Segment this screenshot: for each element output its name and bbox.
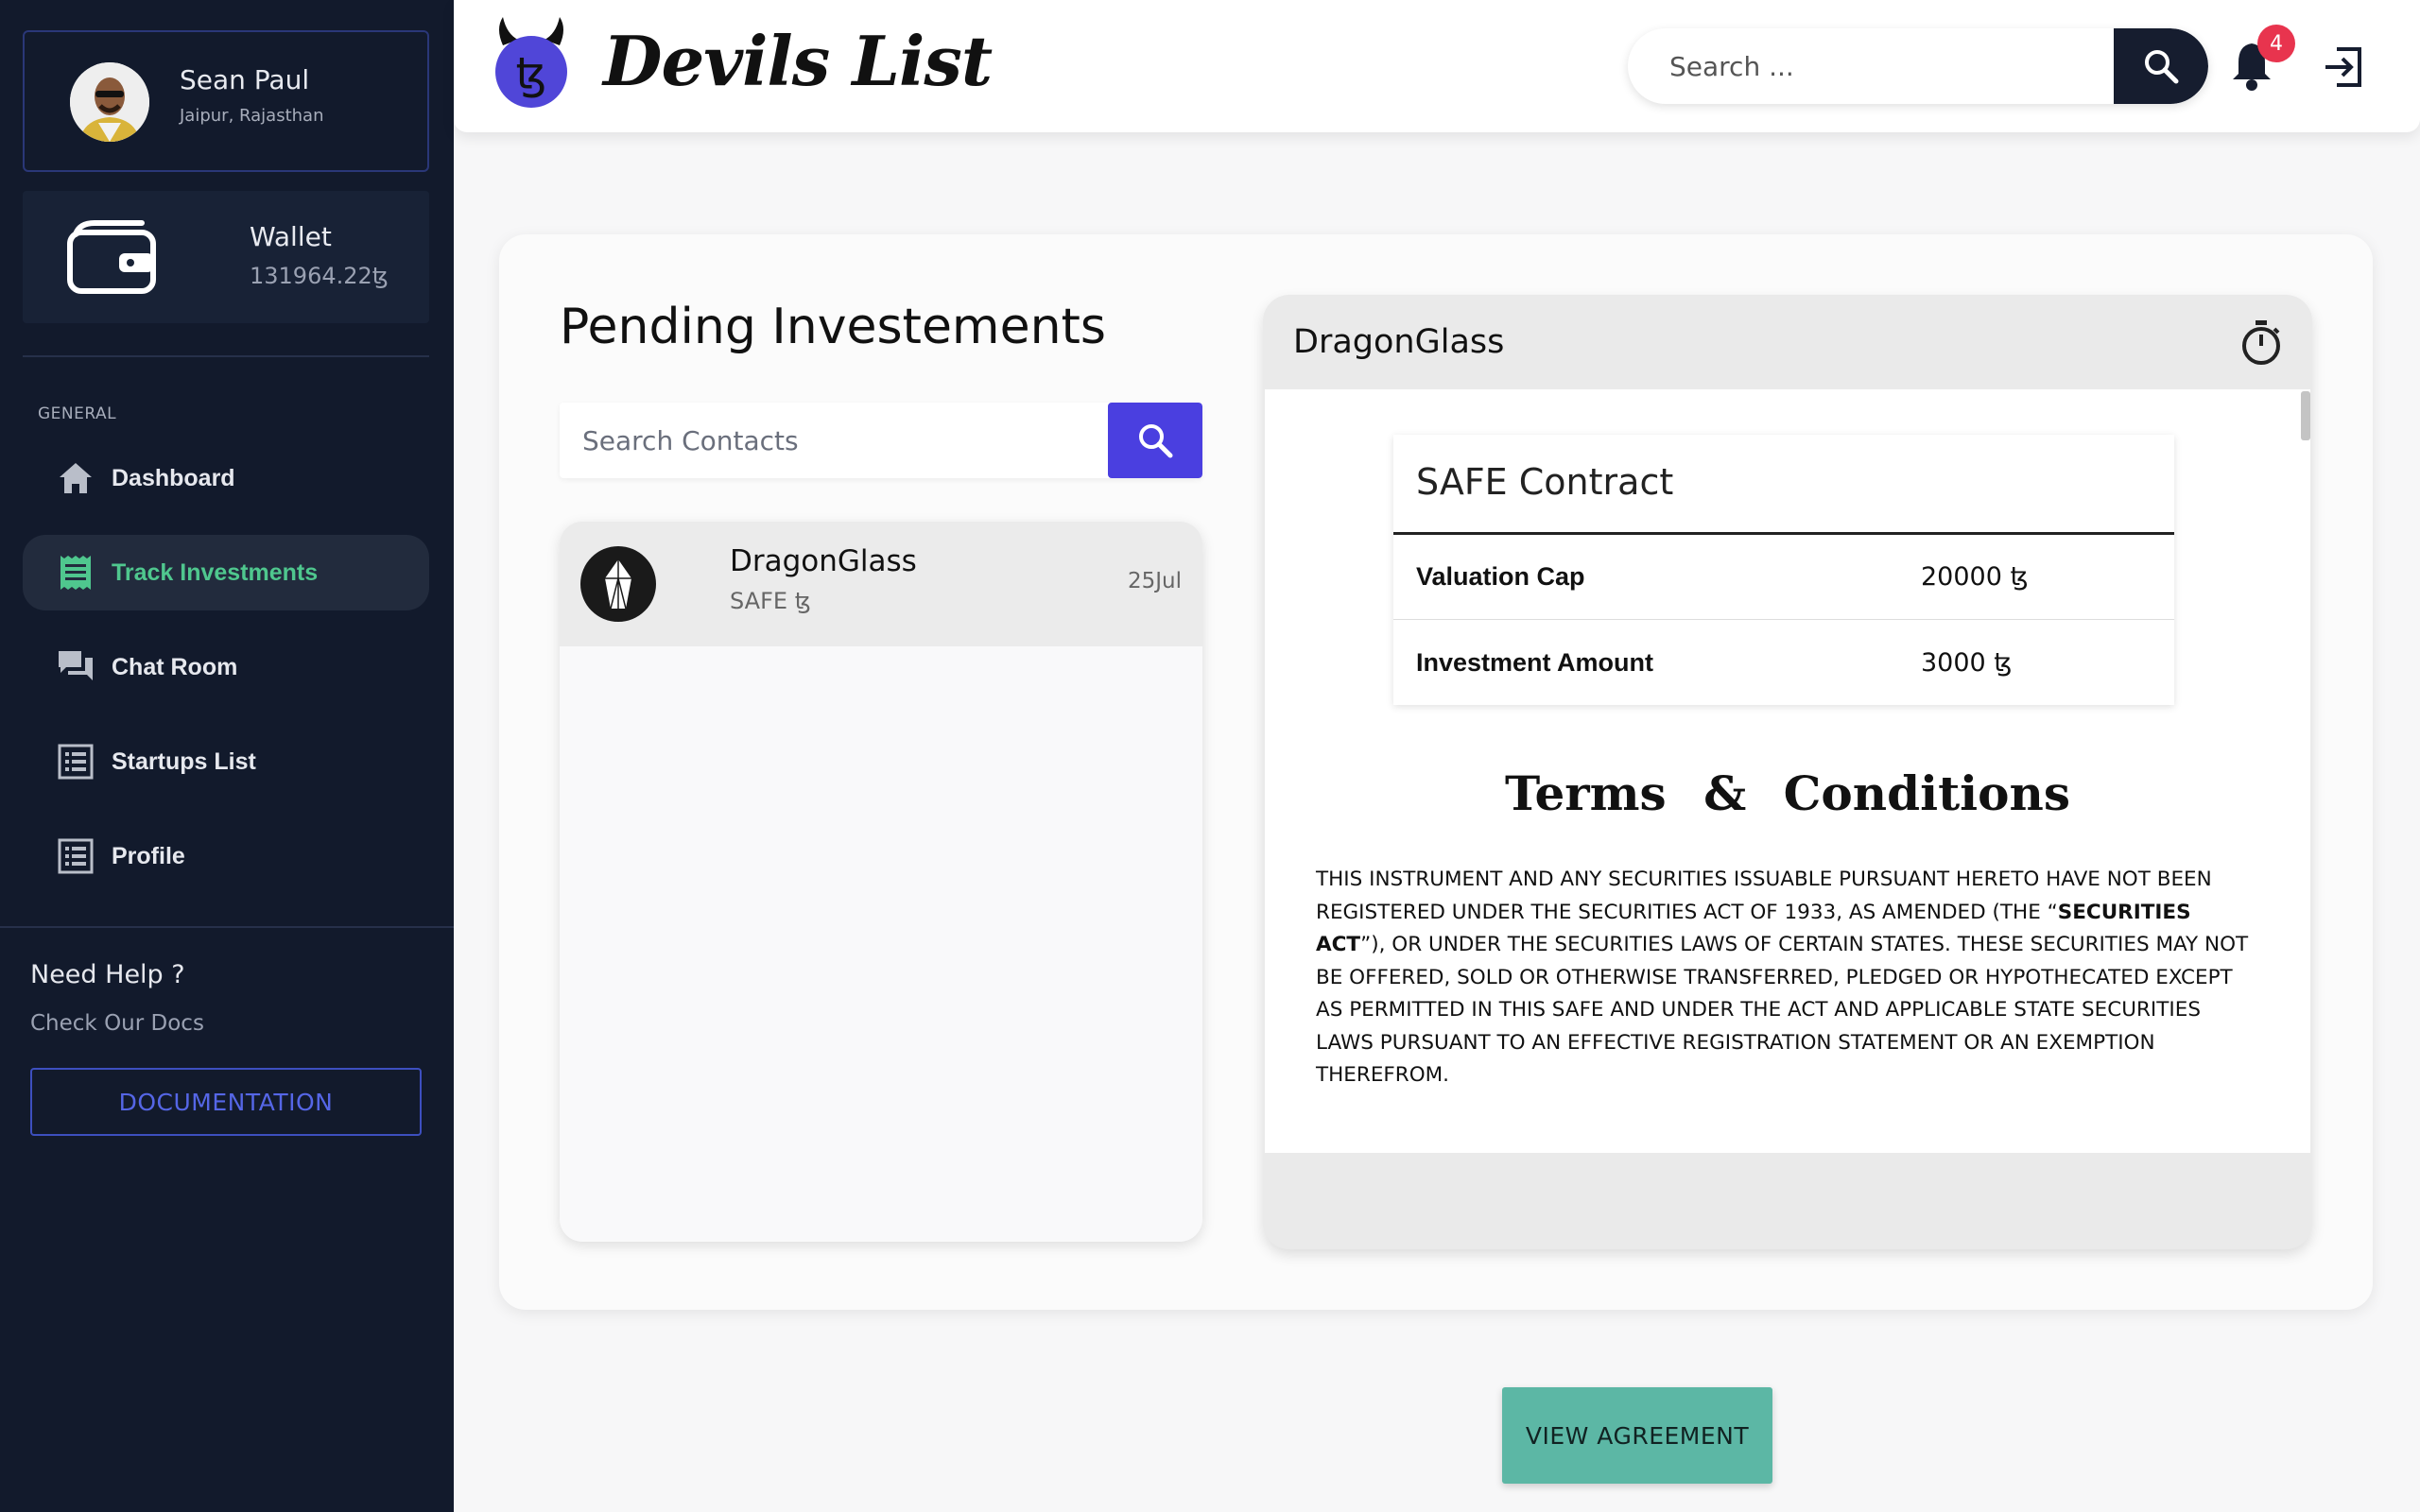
logout-icon[interactable] bbox=[2322, 45, 2365, 89]
sidebar-item-chat-room[interactable]: Chat Room bbox=[23, 629, 429, 705]
header-search-input[interactable] bbox=[1628, 28, 2116, 104]
sidebar-item-startups-list[interactable]: Startups List bbox=[23, 724, 429, 799]
scrollbar[interactable] bbox=[2301, 391, 2310, 440]
contract-row-label: Valuation Cap bbox=[1416, 562, 1585, 591]
profile-name: Sean Paul bbox=[180, 64, 310, 95]
brand-name[interactable]: Devils List bbox=[603, 21, 993, 101]
profile-card[interactable]: Sean Paul Jaipur, Rajasthan bbox=[23, 30, 429, 172]
contact-search-button[interactable] bbox=[1108, 403, 1202, 478]
sidebar-item-profile[interactable]: Profile bbox=[23, 818, 429, 894]
detail-title: DragonGlass bbox=[1293, 323, 1505, 361]
investment-list: DragonGlass SAFE ꜩ 25Jul bbox=[560, 522, 1202, 1242]
contract-row-label: Investment Amount bbox=[1416, 647, 1654, 677]
divider bbox=[23, 355, 429, 357]
sidebar: Sean Paul Jaipur, Rajasthan Wallet 13196… bbox=[0, 0, 454, 1512]
sidebar-item-label: Profile bbox=[112, 842, 185, 869]
home-icon bbox=[57, 459, 95, 497]
help-title: Need Help ? bbox=[30, 960, 185, 989]
divider bbox=[0, 926, 454, 928]
help-subtitle: Check Our Docs bbox=[30, 1011, 204, 1036]
detail-header: DragonGlass bbox=[1263, 295, 2312, 389]
list-item-name: DragonGlass bbox=[730, 544, 917, 578]
wallet-amount: 131964.22ꜩ bbox=[250, 263, 389, 289]
contact-search bbox=[560, 403, 1202, 478]
sidebar-item-label: Startups List bbox=[112, 747, 256, 775]
investment-detail-panel: DragonGlass SAFE Contract Valuation Cap … bbox=[1263, 295, 2312, 1249]
contract-table: SAFE Contract Valuation Cap 20000 ꜩ Inve… bbox=[1393, 435, 2174, 705]
notification-badge: 4 bbox=[2257, 25, 2295, 62]
timer-icon[interactable] bbox=[2240, 319, 2282, 367]
header-search bbox=[1628, 28, 2208, 104]
section-label: GENERAL bbox=[38, 404, 117, 423]
wallet-card[interactable]: Wallet 131964.22ꜩ bbox=[23, 191, 429, 323]
sidebar-item-label: Dashboard bbox=[112, 464, 235, 491]
sidebar-item-label: Track Investments bbox=[112, 558, 319, 586]
contract-row: Investment Amount 3000 ꜩ bbox=[1393, 620, 2174, 705]
receipt-icon bbox=[57, 554, 95, 592]
list-icon bbox=[57, 743, 95, 781]
sidebar-item-label: Chat Room bbox=[112, 653, 238, 680]
contract-row-value: 3000 ꜩ bbox=[1921, 647, 2013, 678]
avatar bbox=[70, 62, 149, 142]
devil-logo-icon: ꜩ bbox=[495, 17, 567, 108]
detail-footer bbox=[1263, 1153, 2312, 1249]
list-icon bbox=[57, 837, 95, 875]
profile-location: Jaipur, Rajasthan bbox=[180, 106, 324, 126]
terms-text: THIS INSTRUMENT AND ANY SECURITIES ISSUA… bbox=[1316, 864, 2261, 1092]
chat-icon bbox=[57, 648, 95, 686]
svg-text:ꜩ: ꜩ bbox=[516, 48, 547, 99]
list-item-date: 25Jul bbox=[1127, 569, 1182, 593]
header-search-button[interactable] bbox=[2114, 28, 2208, 104]
terms-text-part: ”), OR UNDER THE SECURITIES LAWS OF CERT… bbox=[1316, 933, 2249, 1087]
sidebar-item-dashboard[interactable]: Dashboard bbox=[23, 440, 429, 516]
list-item-type: SAFE ꜩ bbox=[730, 588, 811, 614]
wallet-icon bbox=[67, 220, 156, 294]
view-agreement-button[interactable]: VIEW AGREEMENT bbox=[1502, 1387, 1772, 1484]
terms-heading: Terms & Conditions bbox=[1504, 765, 2071, 821]
contract-row: Valuation Cap 20000 ꜩ bbox=[1393, 535, 2174, 620]
pending-investments-card: Pending Investements DragonGlass SAFE ꜩ … bbox=[499, 234, 2373, 1484]
documentation-button[interactable]: DOCUMENTATION bbox=[30, 1068, 422, 1136]
contract-row-value: 20000 ꜩ bbox=[1921, 562, 2029, 592]
contract-title: SAFE Contract bbox=[1393, 435, 2174, 535]
list-item[interactable]: DragonGlass SAFE ꜩ 25Jul bbox=[560, 522, 1202, 646]
top-header: ꜩ Devils List 4 bbox=[454, 0, 2420, 132]
sidebar-item-track-investments[interactable]: Track Investments bbox=[23, 535, 429, 610]
wallet-title: Wallet bbox=[250, 221, 332, 252]
company-logo bbox=[580, 546, 656, 622]
search-icon bbox=[1139, 424, 1173, 458]
contact-search-input[interactable] bbox=[560, 403, 1108, 478]
page-title: Pending Investements bbox=[560, 299, 1107, 355]
dragonglass-icon bbox=[605, 559, 631, 610]
agreement-preview[interactable]: SAFE Contract Valuation Cap 20000 ꜩ Inve… bbox=[1265, 389, 2310, 1153]
search-icon bbox=[2145, 50, 2179, 84]
